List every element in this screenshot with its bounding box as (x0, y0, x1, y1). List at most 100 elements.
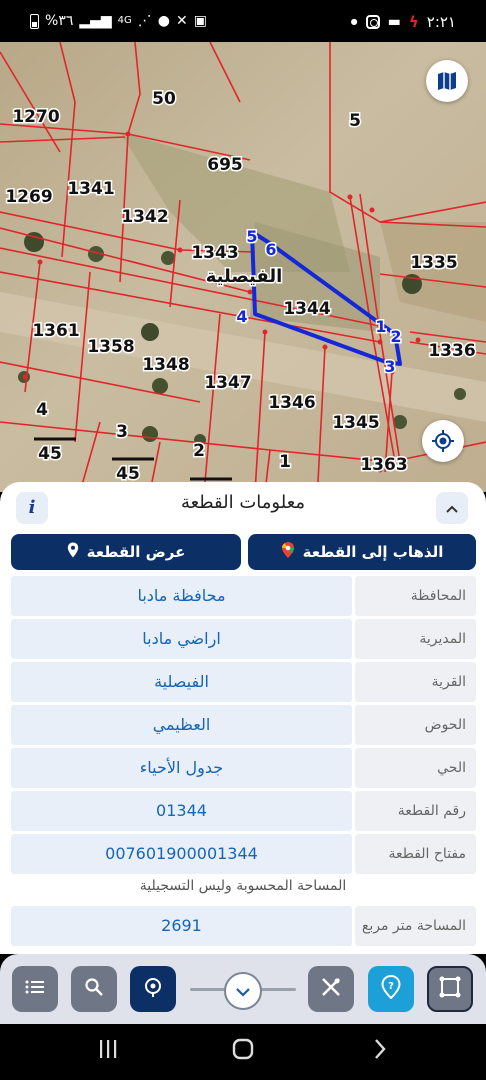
parcel-label: 1343 (191, 243, 238, 263)
list-button[interactable] (12, 966, 58, 1012)
system-nav-bar (0, 1024, 486, 1080)
instagram-icon (365, 15, 380, 29)
vertex-label: 1 (375, 317, 386, 336)
basin-label: الحوض (355, 705, 476, 745)
row-parcel-key: 007601900001344 مفتاح القطعة (11, 834, 476, 874)
panel-header: i معلومات القطعة (0, 482, 486, 532)
parcel-info-panel: i معلومات القطعة الذهاب إلى القطعة عرض ا… (0, 482, 486, 954)
row-area: 2691 المساحة متر مربع (11, 906, 476, 946)
map-icon (436, 70, 458, 92)
row-directorate: اراضي مادبا المديرية (11, 619, 476, 659)
signal-icon: ▂▄▆ (79, 13, 112, 29)
directorate-value: اراضي مادبا (11, 619, 352, 659)
gps-icon (431, 429, 455, 453)
parcel-label: 1 (279, 452, 291, 472)
row-governorate: محافظة مادبا المحافظة (11, 576, 476, 616)
panel-slider-knob[interactable] (224, 972, 262, 1010)
goto-parcel-label: الذهاب إلى القطعة (302, 543, 444, 561)
clock: ٢:٢١ (426, 13, 456, 31)
search-button[interactable] (71, 966, 117, 1012)
parcel-label: 695 (207, 155, 243, 175)
parcel-number-value: 01344 (11, 791, 352, 831)
parcel-label: 1348 (142, 355, 189, 375)
show-parcel-button[interactable]: عرض القطعة (11, 534, 241, 570)
chevron-up-icon (445, 499, 459, 518)
governorate-label: المحافظة (355, 576, 476, 616)
fraction-denominator: 45 (116, 464, 140, 484)
satellite-map[interactable]: 1270 50 5 695 1269 1341 1342 1343 1335 1… (0, 42, 486, 492)
show-parcel-label: عرض القطعة (86, 543, 186, 561)
parcel-label: 1346 (268, 393, 315, 413)
parcel-label: 5 (349, 111, 361, 131)
panel-title: معلومات القطعة (180, 492, 306, 513)
parcel-label: 1342 (121, 207, 168, 227)
basin-value: العظيمي (11, 705, 352, 745)
location-icon: ● (157, 13, 171, 29)
fraction-numerator: 3 (116, 422, 128, 442)
home-icon (232, 1038, 254, 1064)
wifi-icon: ⋰ (137, 13, 152, 29)
area-note: المساحة المحسوبة وليس التسجيلية (139, 878, 347, 894)
row-village: الفيصلية القرية (11, 662, 476, 702)
battery-percent: %٣٦ (45, 13, 74, 29)
help-button[interactable]: ? (368, 966, 414, 1012)
back-button[interactable] (360, 1036, 400, 1066)
directorate-label: المديرية (355, 619, 476, 659)
draw-polygon-button[interactable] (427, 966, 473, 1012)
row-neighborhood: جدول الأحياء الحي (11, 748, 476, 788)
location-target-icon (142, 976, 164, 1002)
vertex-label: 4 (236, 307, 247, 326)
parcel-label: 50 (152, 89, 176, 109)
tools-icon (320, 976, 342, 1002)
village-map-label: الفيصلية (206, 266, 283, 287)
parcel-label: 1344 (283, 299, 330, 319)
parcel-label: 1341 (67, 179, 114, 199)
svg-text:?: ? (388, 981, 394, 992)
row-basin: العظيمي الحوض (11, 705, 476, 745)
governorate-value: محافظة مادبا (11, 576, 352, 616)
parcel-locate-button[interactable] (130, 966, 176, 1012)
bottom-toolbar: ? (0, 954, 486, 1024)
my-location-button[interactable] (422, 420, 464, 462)
parcel-number-label: رقم القطعة (355, 791, 476, 831)
app-notification-icon: ϟ (408, 13, 419, 31)
parcel-label: 1335 (410, 253, 457, 273)
battery-icon (30, 13, 39, 29)
chevron-down-icon (235, 982, 251, 1001)
parcel-label: 1358 (87, 337, 134, 357)
vertex-label: 3 (384, 357, 395, 376)
parcel-label: 1345 (332, 413, 379, 433)
parcel-label: 1347 (204, 373, 251, 393)
parcel-label: 1269 (5, 187, 52, 207)
back-chevron-icon (373, 1038, 387, 1064)
parcel-label: 2 (193, 441, 205, 461)
recents-button[interactable] (88, 1036, 128, 1066)
location-pin-icon (67, 542, 79, 562)
area-value: 2691 (11, 906, 352, 946)
measure-tools-button[interactable] (308, 966, 354, 1012)
mute-icon: ✕ (176, 13, 188, 29)
parcel-label: 1361 (32, 321, 79, 341)
status-bar: %٣٦ ▂▄▆ 4G ⋰ ● ✕ ▣ ● ▬ ϟ ٢:٢١ (0, 0, 486, 44)
village-value: الفيصلية (11, 662, 352, 702)
vertex-label: 6 (265, 240, 276, 259)
collapse-button[interactable] (436, 492, 468, 524)
lock-icon: ▣ (193, 13, 207, 29)
fraction-denominator: 45 (38, 444, 62, 464)
polygon-icon (438, 975, 462, 1003)
row-parcel-number: 01344 رقم القطعة (11, 791, 476, 831)
parcel-label: 1336 (428, 341, 475, 361)
parcel-key-value: 007601900001344 (11, 834, 352, 874)
network-type: 4G (117, 15, 132, 26)
message-icon: ▬ (387, 14, 401, 30)
google-maps-pin-icon (281, 541, 295, 563)
parcel-label: 1363 (360, 455, 407, 475)
home-button[interactable] (223, 1036, 263, 1066)
goto-parcel-button[interactable]: الذهاب إلى القطعة (248, 534, 476, 570)
map-layers-button[interactable] (426, 60, 468, 102)
neighborhood-value: جدول الأحياء (11, 748, 352, 788)
parcel-key-label: مفتاح القطعة (355, 834, 476, 874)
vertex-label: 5 (246, 227, 257, 246)
notification-dot-icon: ● (350, 17, 358, 26)
neighborhood-label: الحي (355, 748, 476, 788)
